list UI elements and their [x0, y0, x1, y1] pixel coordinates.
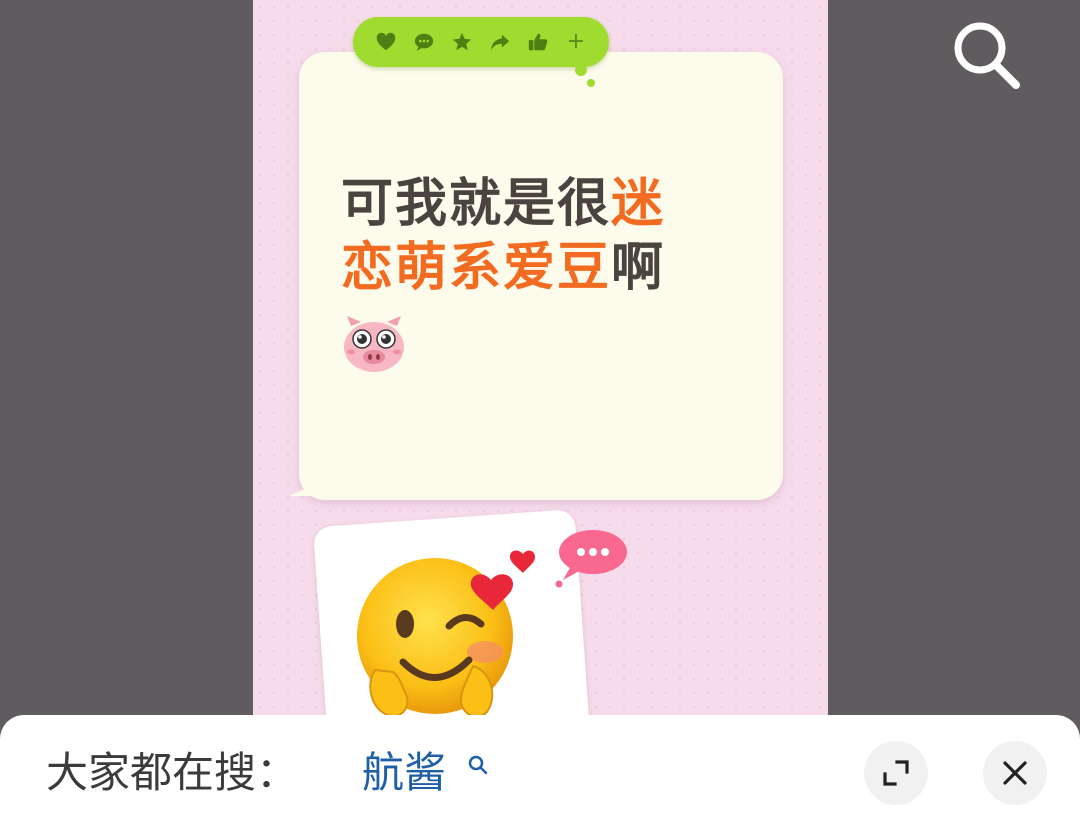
headline-line-1: 可我就是很迷 [341, 172, 761, 236]
expand-button[interactable] [864, 741, 928, 805]
trending-search-label: 大家都在搜： [46, 748, 299, 797]
headline: 可我就是很迷 恋萌系爱豆啊 [341, 172, 761, 300]
reaction-bar-tail [575, 64, 587, 76]
share-icon [488, 30, 512, 54]
poster-image: 可我就是很迷 恋萌系爱豆啊 + [253, 0, 828, 825]
star-icon [450, 30, 474, 54]
reaction-bar-dot [587, 79, 595, 87]
search-button[interactable] [946, 16, 1028, 94]
headline-accent-text: 恋萌系爱豆 [341, 238, 612, 298]
headline-text: 可我就是很 [341, 174, 612, 234]
headline-accent-text: 迷 [611, 174, 666, 234]
close-icon [1003, 761, 1027, 785]
search-icon [954, 22, 1020, 89]
message-card: 可我就是很迷 恋萌系爱豆啊 [289, 52, 783, 500]
headline-text: 啊 [611, 238, 666, 298]
typing-bubble-icon [555, 530, 627, 588]
headline-line-2: 恋萌系爱豆啊 [341, 236, 761, 300]
expand-icon [883, 760, 909, 786]
search-icon[interactable] [466, 753, 490, 777]
thumbs-up-icon [526, 30, 550, 54]
winking-face-with-hearts-icon [357, 550, 535, 718]
reaction-bar: + [353, 17, 609, 87]
trending-search-bar: 大家都在搜： 航酱 [0, 715, 1080, 825]
plus-icon: + [566, 29, 586, 54]
image-viewer: 可我就是很迷 恋萌系爱豆啊 + 大家都在搜： 航酱 [0, 0, 1080, 825]
heart-icon [374, 30, 398, 54]
close-button[interactable] [983, 741, 1047, 805]
message-card-tail [289, 486, 311, 496]
comment-icon [412, 30, 436, 54]
trending-search-term[interactable]: 航酱 [362, 743, 446, 803]
pig-face-icon [344, 316, 404, 372]
